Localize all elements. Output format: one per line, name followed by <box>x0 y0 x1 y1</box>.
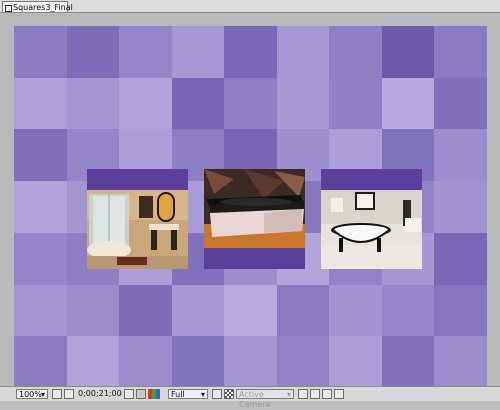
photo-image <box>204 169 305 248</box>
resolution-dropdown[interactable]: Full ▾ <box>168 389 208 399</box>
grid-square <box>14 26 67 78</box>
clawfoot-tub-photo[interactable] <box>321 169 422 269</box>
grid-square <box>224 26 277 78</box>
grid-square <box>434 336 487 388</box>
resolution-value: Full <box>171 390 185 399</box>
grid-square <box>224 77 277 130</box>
grid-square <box>171 284 225 337</box>
view-layout-icon[interactable] <box>298 389 308 399</box>
region-of-interest-icon[interactable] <box>212 389 222 399</box>
grid-square <box>329 26 382 78</box>
grid-square <box>171 77 225 130</box>
grid-square <box>14 284 67 337</box>
composition-canvas[interactable] <box>14 26 487 388</box>
channel-icon[interactable] <box>136 389 146 399</box>
grid-square <box>276 26 330 78</box>
transparency-grid-icon[interactable] <box>224 389 234 399</box>
composition-tab-label: Squares3_Final <box>13 3 73 12</box>
camera-icon[interactable] <box>124 389 134 399</box>
timecode-value: 0;00;21;00 <box>78 389 122 398</box>
grid-square <box>434 129 487 182</box>
grid-square <box>119 77 172 130</box>
photo-image <box>321 190 422 269</box>
viewer-status-bar: 100% ▾ 0;00;21;00 Full ▾ Active Camera ▾ <box>0 386 500 409</box>
grid-square <box>276 336 330 388</box>
grid-square <box>14 129 67 182</box>
grid-square <box>381 336 435 388</box>
photo-image <box>87 190 188 269</box>
grid-square <box>329 336 382 388</box>
grid-square <box>14 77 67 130</box>
grid-square <box>434 77 487 130</box>
grid-square <box>171 336 225 388</box>
photo-color-bar <box>87 169 188 190</box>
zoom-dropdown[interactable]: 100% ▾ <box>16 389 48 399</box>
composition-viewer[interactable] <box>0 13 500 388</box>
grid-square <box>381 284 435 337</box>
grid-square <box>14 232 67 285</box>
window-tab-bar: Squares3_Final <box>0 0 500 13</box>
grid-square <box>329 284 382 337</box>
grid-square <box>119 284 172 337</box>
grid-square <box>66 284 120 337</box>
grid-square <box>276 284 330 337</box>
flowchart-icon[interactable] <box>334 389 344 399</box>
grid-square <box>119 336 172 388</box>
grid-square <box>434 181 487 233</box>
safe-zones-icon[interactable] <box>52 389 62 399</box>
grid-square <box>381 77 435 130</box>
chevron-down-icon: ▾ <box>200 390 205 399</box>
grid-square <box>119 26 172 78</box>
timecode-display[interactable]: 0;00;21;00 <box>78 389 122 399</box>
rgb-channels-icon[interactable] <box>148 389 162 399</box>
grid-square <box>434 26 487 78</box>
grid-square <box>66 336 120 388</box>
fast-preview-icon[interactable] <box>322 389 332 399</box>
grid-square <box>434 232 487 285</box>
grid-square <box>14 181 67 233</box>
grid-square <box>276 77 330 130</box>
photo-color-bar <box>204 248 305 269</box>
snapshot-icon[interactable] <box>64 389 74 399</box>
pixel-aspect-icon[interactable] <box>310 389 320 399</box>
grid-square <box>381 26 435 78</box>
photo-color-bar <box>321 169 422 190</box>
camera-view-dropdown[interactable]: Active Camera ▾ <box>236 389 294 409</box>
grid-square <box>224 284 277 337</box>
grid-square <box>14 336 67 388</box>
chevron-down-icon: ▾ <box>286 390 291 399</box>
black-tub-photo[interactable] <box>204 169 305 269</box>
grid-square <box>171 26 225 78</box>
grid-square <box>434 284 487 337</box>
composition-tab[interactable]: Squares3_Final <box>2 1 73 12</box>
zoom-value: 100% <box>19 390 42 399</box>
composition-icon <box>5 5 12 12</box>
grid-square <box>329 77 382 130</box>
grid-square <box>66 26 120 78</box>
grid-square <box>66 77 120 130</box>
grid-square <box>224 336 277 388</box>
shower-bath-photo[interactable] <box>87 169 188 269</box>
chevron-down-icon: ▾ <box>40 390 45 399</box>
